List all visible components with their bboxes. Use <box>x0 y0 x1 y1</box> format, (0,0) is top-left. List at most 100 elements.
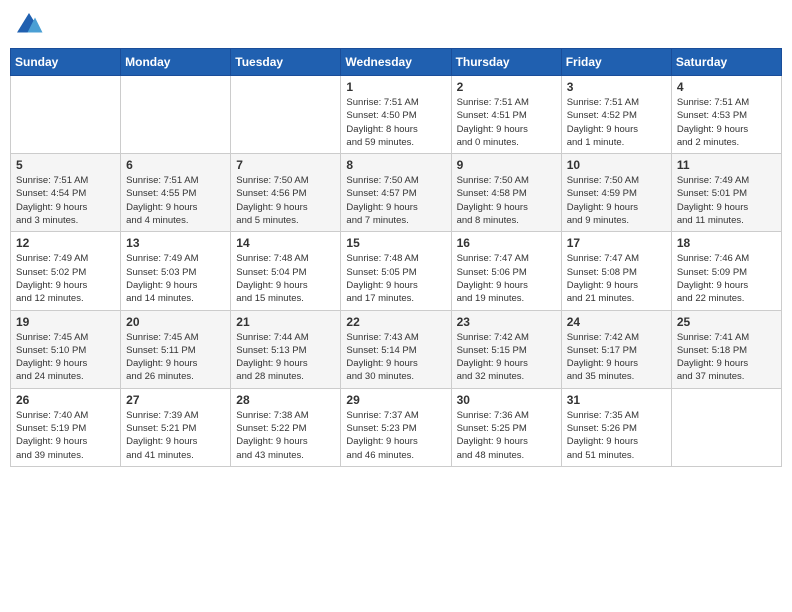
day-info: Sunrise: 7:50 AM Sunset: 4:56 PM Dayligh… <box>236 174 335 227</box>
day-number: 6 <box>126 158 225 172</box>
day-info: Sunrise: 7:51 AM Sunset: 4:54 PM Dayligh… <box>16 174 115 227</box>
calendar-cell: 6 Sunrise: 7:51 AM Sunset: 4:55 PM Daylig… <box>121 154 231 232</box>
day-info: Sunrise: 7:43 AM Sunset: 5:14 PM Dayligh… <box>346 331 445 384</box>
calendar-cell: 4 Sunrise: 7:51 AM Sunset: 4:53 PM Daylig… <box>671 76 781 154</box>
calendar-header-row: SundayMondayTuesdayWednesdayThursdayFrid… <box>11 49 782 76</box>
calendar-cell: 5Sunrise: 7:51 AM Sunset: 4:54 PM Daylig… <box>11 154 121 232</box>
day-info: Sunrise: 7:45 AM Sunset: 5:10 PM Dayligh… <box>16 331 115 384</box>
day-info: Sunrise: 7:36 AM Sunset: 5:25 PM Dayligh… <box>457 409 556 462</box>
calendar-cell: 18Sunrise: 7:46 AM Sunset: 5:09 PM Dayli… <box>671 232 781 310</box>
calendar-cell: 21 Sunrise: 7:44 AM Sunset: 5:13 PM Dayli… <box>231 310 341 388</box>
day-number: 15 <box>346 236 445 250</box>
day-number: 9 <box>457 158 556 172</box>
calendar-cell: 3 Sunrise: 7:51 AM Sunset: 4:52 PM Daylig… <box>561 76 671 154</box>
day-info: Sunrise: 7:49 AM Sunset: 5:03 PM Dayligh… <box>126 252 225 305</box>
calendar-cell: 17Sunrise: 7:47 AM Sunset: 5:08 PM Dayli… <box>561 232 671 310</box>
day-info: Sunrise: 7:48 AM Sunset: 5:05 PM Dayligh… <box>346 252 445 305</box>
calendar-cell: 20Sunrise: 7:45 AM Sunset: 5:11 PM Dayli… <box>121 310 231 388</box>
day-info: Sunrise: 7:37 AM Sunset: 5:23 PM Dayligh… <box>346 409 445 462</box>
calendar-cell: 9 Sunrise: 7:50 AM Sunset: 4:58 PM Daylig… <box>451 154 561 232</box>
day-info: Sunrise: 7:51 AM Sunset: 4:55 PM Dayligh… <box>126 174 225 227</box>
day-number: 10 <box>567 158 666 172</box>
calendar-cell: 7 Sunrise: 7:50 AM Sunset: 4:56 PM Daylig… <box>231 154 341 232</box>
day-number: 28 <box>236 393 335 407</box>
day-of-week-header: Thursday <box>451 49 561 76</box>
calendar-cell: 23Sunrise: 7:42 AM Sunset: 5:15 PM Dayli… <box>451 310 561 388</box>
calendar-cell <box>11 76 121 154</box>
calendar-cell: 8Sunrise: 7:50 AM Sunset: 4:57 PM Daylig… <box>341 154 451 232</box>
calendar-week-row: 19 Sunrise: 7:45 AM Sunset: 5:10 PM Dayli… <box>11 310 782 388</box>
page-header <box>10 10 782 40</box>
calendar-cell: 13 Sunrise: 7:49 AM Sunset: 5:03 PM Dayli… <box>121 232 231 310</box>
calendar-week-row: 26 Sunrise: 7:40 AM Sunset: 5:19 PM Dayli… <box>11 388 782 466</box>
day-number: 24 <box>567 315 666 329</box>
day-info: Sunrise: 7:35 AM Sunset: 5:26 PM Dayligh… <box>567 409 666 462</box>
day-of-week-header: Monday <box>121 49 231 76</box>
day-number: 26 <box>16 393 115 407</box>
day-of-week-header: Friday <box>561 49 671 76</box>
day-number: 22 <box>346 315 445 329</box>
calendar-week-row: 5Sunrise: 7:51 AM Sunset: 4:54 PM Daylig… <box>11 154 782 232</box>
calendar-cell: 27 Sunrise: 7:39 AM Sunset: 5:21 PM Dayli… <box>121 388 231 466</box>
day-number: 20 <box>126 315 225 329</box>
calendar-cell: 22 Sunrise: 7:43 AM Sunset: 5:14 PM Dayli… <box>341 310 451 388</box>
calendar-cell: 19 Sunrise: 7:45 AM Sunset: 5:10 PM Dayli… <box>11 310 121 388</box>
day-info: Sunrise: 7:38 AM Sunset: 5:22 PM Dayligh… <box>236 409 335 462</box>
day-info: Sunrise: 7:40 AM Sunset: 5:19 PM Dayligh… <box>16 409 115 462</box>
day-of-week-header: Wednesday <box>341 49 451 76</box>
calendar-cell: 26 Sunrise: 7:40 AM Sunset: 5:19 PM Dayli… <box>11 388 121 466</box>
day-number: 11 <box>677 158 776 172</box>
day-info: Sunrise: 7:51 AM Sunset: 4:50 PM Dayligh… <box>346 96 445 149</box>
day-number: 4 <box>677 80 776 94</box>
day-number: 13 <box>126 236 225 250</box>
day-info: Sunrise: 7:50 AM Sunset: 4:58 PM Dayligh… <box>457 174 556 227</box>
logo-icon <box>14 10 44 40</box>
day-number: 27 <box>126 393 225 407</box>
day-number: 14 <box>236 236 335 250</box>
calendar-cell: 29 Sunrise: 7:37 AM Sunset: 5:23 PM Dayli… <box>341 388 451 466</box>
day-info: Sunrise: 7:49 AM Sunset: 5:02 PM Dayligh… <box>16 252 115 305</box>
day-number: 25 <box>677 315 776 329</box>
day-of-week-header: Tuesday <box>231 49 341 76</box>
day-info: Sunrise: 7:48 AM Sunset: 5:04 PM Dayligh… <box>236 252 335 305</box>
calendar-cell <box>121 76 231 154</box>
calendar-table: SundayMondayTuesdayWednesdayThursdayFrid… <box>10 48 782 467</box>
calendar-week-row: 1 Sunrise: 7:51 AM Sunset: 4:50 PM Daylig… <box>11 76 782 154</box>
day-info: Sunrise: 7:51 AM Sunset: 4:53 PM Dayligh… <box>677 96 776 149</box>
day-number: 19 <box>16 315 115 329</box>
logo <box>14 10 48 40</box>
day-info: Sunrise: 7:47 AM Sunset: 5:06 PM Dayligh… <box>457 252 556 305</box>
calendar-cell: 10 Sunrise: 7:50 AM Sunset: 4:59 PM Dayli… <box>561 154 671 232</box>
day-info: Sunrise: 7:50 AM Sunset: 4:59 PM Dayligh… <box>567 174 666 227</box>
calendar-week-row: 12 Sunrise: 7:49 AM Sunset: 5:02 PM Dayli… <box>11 232 782 310</box>
day-info: Sunrise: 7:44 AM Sunset: 5:13 PM Dayligh… <box>236 331 335 384</box>
day-number: 21 <box>236 315 335 329</box>
calendar-cell: 28 Sunrise: 7:38 AM Sunset: 5:22 PM Dayli… <box>231 388 341 466</box>
calendar-cell: 30Sunrise: 7:36 AM Sunset: 5:25 PM Dayli… <box>451 388 561 466</box>
day-number: 1 <box>346 80 445 94</box>
day-info: Sunrise: 7:39 AM Sunset: 5:21 PM Dayligh… <box>126 409 225 462</box>
day-number: 18 <box>677 236 776 250</box>
day-number: 3 <box>567 80 666 94</box>
day-number: 16 <box>457 236 556 250</box>
calendar-cell: 12 Sunrise: 7:49 AM Sunset: 5:02 PM Dayli… <box>11 232 121 310</box>
day-of-week-header: Saturday <box>671 49 781 76</box>
calendar-cell: 25Sunrise: 7:41 AM Sunset: 5:18 PM Dayli… <box>671 310 781 388</box>
calendar-cell: 31 Sunrise: 7:35 AM Sunset: 5:26 PM Dayli… <box>561 388 671 466</box>
day-info: Sunrise: 7:42 AM Sunset: 5:15 PM Dayligh… <box>457 331 556 384</box>
calendar-cell: 14 Sunrise: 7:48 AM Sunset: 5:04 PM Dayli… <box>231 232 341 310</box>
calendar-cell: 24Sunrise: 7:42 AM Sunset: 5:17 PM Dayli… <box>561 310 671 388</box>
calendar-cell: 1 Sunrise: 7:51 AM Sunset: 4:50 PM Daylig… <box>341 76 451 154</box>
day-number: 31 <box>567 393 666 407</box>
day-number: 12 <box>16 236 115 250</box>
day-number: 7 <box>236 158 335 172</box>
day-number: 29 <box>346 393 445 407</box>
day-info: Sunrise: 7:51 AM Sunset: 4:51 PM Dayligh… <box>457 96 556 149</box>
day-number: 2 <box>457 80 556 94</box>
calendar-cell: 11 Sunrise: 7:49 AM Sunset: 5:01 PM Dayli… <box>671 154 781 232</box>
day-number: 17 <box>567 236 666 250</box>
day-of-week-header: Sunday <box>11 49 121 76</box>
day-info: Sunrise: 7:49 AM Sunset: 5:01 PM Dayligh… <box>677 174 776 227</box>
day-info: Sunrise: 7:51 AM Sunset: 4:52 PM Dayligh… <box>567 96 666 149</box>
calendar-cell: 2 Sunrise: 7:51 AM Sunset: 4:51 PM Daylig… <box>451 76 561 154</box>
